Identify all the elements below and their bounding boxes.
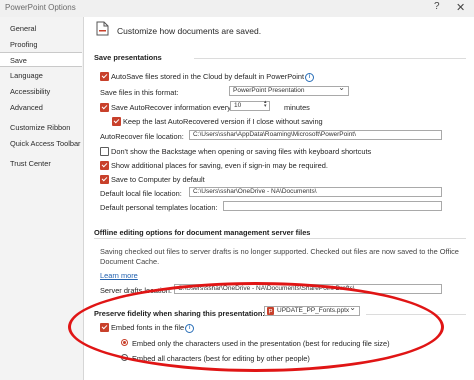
offline-description-line2: Document Cache. [100, 257, 160, 266]
default-local-label: Default local file location: [100, 189, 182, 198]
autosave-checkbox[interactable] [100, 72, 109, 81]
format-dropdown[interactable]: PowerPoint Presentation [229, 86, 349, 96]
backstage-checkbox[interactable] [100, 147, 109, 156]
title-bar: PowerPoint Options ? ✕ [0, 0, 474, 17]
sidebar-item-trust-center[interactable]: Trust Center [0, 156, 82, 171]
divider [94, 238, 466, 239]
window-title: PowerPoint Options [5, 3, 76, 12]
backstage-label: Don't show the Backstage when opening or… [111, 147, 372, 156]
autorecover-checkbox[interactable] [100, 103, 109, 112]
offline-description-line1: Saving checked out files to server draft… [100, 247, 459, 256]
sidebar-item-customize-ribbon[interactable]: Customize Ribbon [0, 120, 82, 135]
autosave-label: AutoSave files stored in the Cloud by de… [111, 72, 315, 82]
autorecover-label: Save AutoRecover information every [111, 103, 231, 112]
save-to-computer-label: Save to Computer by default [111, 175, 205, 184]
default-local-field[interactable]: C:\Users\sshar\OneDrive - NA\Documents\ [189, 187, 442, 197]
sidebar-item-advanced[interactable]: Advanced [0, 100, 82, 115]
sidebar-item-proofing[interactable]: Proofing [0, 37, 82, 52]
autorecover-location-label: AutoRecover file location: [100, 132, 184, 141]
section-save-presentations: Save presentations [94, 53, 162, 62]
additional-places-label: Show additional places for saving, even … [111, 161, 328, 170]
additional-places-checkbox[interactable] [100, 161, 109, 170]
document-save-icon [96, 21, 109, 38]
info-icon[interactable]: i [305, 72, 315, 82]
templates-location-label: Default personal templates location: [100, 203, 218, 212]
keep-last-label: Keep the last AutoRecovered version if I… [123, 117, 323, 126]
stepper-arrows-icon[interactable]: ▴ ▾ [264, 100, 267, 109]
minutes-label: minutes [284, 103, 310, 112]
format-label: Save files in this format: [100, 88, 179, 97]
page-header: Customize how documents are saved. [117, 26, 262, 36]
highlight-annotation-oval [68, 282, 444, 372]
learn-more-link[interactable]: Learn more [100, 271, 138, 280]
help-button[interactable]: ? [434, 1, 440, 12]
sidebar-item-save[interactable]: Save [0, 52, 82, 67]
divider [194, 58, 466, 59]
close-button[interactable]: ✕ [456, 1, 465, 14]
save-to-computer-checkbox[interactable] [100, 175, 109, 184]
sidebar-item-language[interactable]: Language [0, 68, 82, 83]
keep-last-checkbox[interactable] [112, 117, 121, 126]
templates-location-field[interactable] [223, 201, 442, 211]
sidebar-item-quick-access-toolbar[interactable]: Quick Access Toolbar [0, 136, 82, 151]
sidebar-item-accessibility[interactable]: Accessibility [0, 84, 82, 99]
section-offline-editing: Offline editing options for document man… [94, 228, 311, 237]
sidebar-item-general[interactable]: General [0, 21, 82, 36]
autorecover-location-field[interactable]: C:\Users\sshar\AppData\Roaming\Microsoft… [189, 130, 442, 140]
